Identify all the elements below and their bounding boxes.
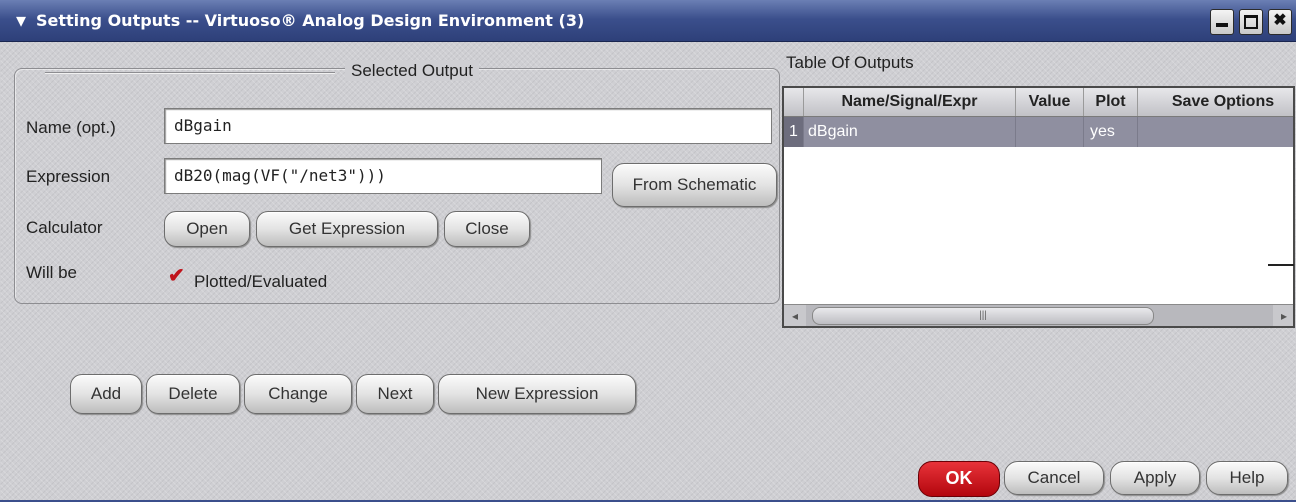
open-calculator-button[interactable]: Open [164, 211, 250, 247]
row-name-cell[interactable]: dBgain [804, 117, 1016, 147]
window-title: Setting Outputs -- Virtuoso® Analog Desi… [36, 11, 585, 30]
add-button[interactable]: Add [70, 374, 142, 414]
get-expression-button[interactable]: Get Expression [256, 211, 438, 247]
row-index: 1 [784, 117, 804, 147]
scroll-left-icon[interactable]: ◂ [784, 305, 806, 326]
table-row[interactable]: 1 dBgain yes [784, 117, 1293, 147]
name-field[interactable]: dBgain [164, 108, 772, 144]
plotted-evaluated-label: Plotted/Evaluated [194, 272, 328, 291]
close-window-button[interactable]: ✖ [1268, 9, 1292, 35]
horizontal-scrollbar[interactable]: ◂ ||| ▸ [784, 304, 1293, 326]
from-schematic-button[interactable]: From Schematic [612, 163, 777, 207]
scroll-right-icon[interactable]: ▸ [1273, 305, 1293, 326]
expression-label: Expression [26, 167, 111, 186]
save-options-column-header[interactable]: Save Options [1138, 88, 1293, 116]
selected-output-title: Selected Output [345, 61, 479, 81]
apply-button[interactable]: Apply [1110, 461, 1200, 495]
maximize-button[interactable] [1239, 9, 1263, 35]
value-column-header[interactable]: Value [1016, 88, 1084, 116]
window-menu-icon[interactable]: ▾ [10, 10, 32, 32]
calculator-label: Calculator [26, 218, 103, 237]
ok-button[interactable]: OK [918, 461, 1000, 497]
minimize-icon [1216, 23, 1228, 27]
name-column-header[interactable]: Name/Signal/Expr [804, 88, 1016, 116]
name-label: Name (opt.) [26, 118, 116, 137]
row-value-cell[interactable] [1016, 117, 1084, 147]
next-button[interactable]: Next [356, 374, 434, 414]
index-column-header [784, 88, 804, 116]
title-bar: ▾ Setting Outputs -- Virtuoso® Analog De… [0, 0, 1296, 42]
scrollbar-thumb[interactable]: ||| [812, 307, 1154, 325]
table-resize-mark [1268, 264, 1294, 266]
delete-button[interactable]: Delete [146, 374, 240, 414]
table-header: Name/Signal/Expr Value Plot Save Options [784, 88, 1293, 117]
outputs-table: Name/Signal/Expr Value Plot Save Options… [782, 86, 1295, 328]
group-divider-left [45, 72, 335, 73]
will-be-label: Will be [26, 263, 78, 282]
plot-column-header[interactable]: Plot [1084, 88, 1138, 116]
new-expression-button[interactable]: New Expression [438, 374, 636, 414]
maximize-icon [1244, 15, 1258, 29]
table-title: Table Of Outputs [786, 53, 914, 72]
help-button[interactable]: Help [1206, 461, 1288, 495]
minimize-button[interactable] [1210, 9, 1234, 35]
row-save-cell[interactable] [1138, 117, 1293, 147]
plotted-checkbox[interactable]: ✔ [168, 266, 188, 286]
cancel-button[interactable]: Cancel [1004, 461, 1104, 495]
close-icon: ✖ [1273, 12, 1287, 29]
change-button[interactable]: Change [244, 374, 352, 414]
close-calculator-button[interactable]: Close [444, 211, 530, 247]
expression-field[interactable]: dB20(mag(VF("/net3"))) [164, 158, 602, 194]
row-plot-cell[interactable]: yes [1084, 117, 1138, 147]
